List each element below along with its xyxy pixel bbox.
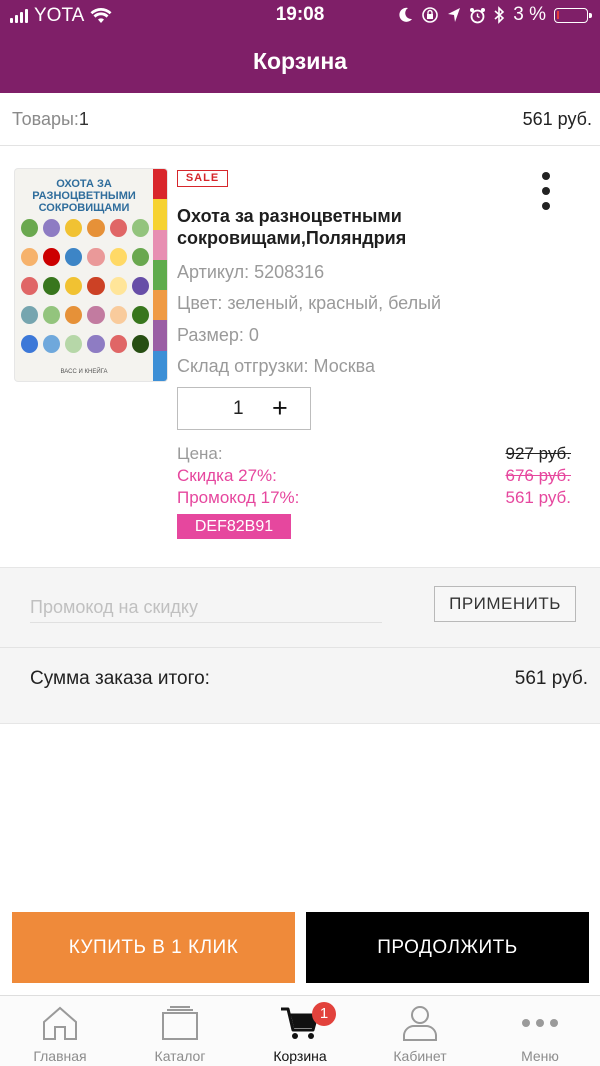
tab-catalog[interactable]: Каталог [120,996,240,1066]
cart-summary: Товары:1 561 руб. [0,93,600,146]
navigation-bar: Корзина [0,30,600,93]
alarm-icon [470,7,486,23]
discount-label: Скидка 27%: [177,466,277,485]
price-original: 927 руб. [505,444,571,463]
apply-promo-button[interactable]: ПРИМЕНИТЬ [434,586,576,622]
continue-button[interactable]: ПРОДОЛЖИТЬ [306,912,589,983]
location-icon [448,8,461,22]
cover-illustration [21,219,149,359]
sale-badge: SALE [177,170,228,187]
cover-publisher: ВАСС И КНЕЙГА [60,369,108,375]
plus-icon[interactable]: + [272,391,288,425]
promo-code-input[interactable] [30,593,382,623]
quantity-stepper[interactable]: 1 + [177,387,311,430]
cart-total: 561 руб. [522,109,592,129]
status-bar: YOTA 19:08 3 % [0,0,600,30]
tab-label: Главная [33,1048,87,1064]
product-warehouse: Склад отгрузки: Москва [177,356,375,376]
items-label: Товары: [12,109,79,129]
more-icon [522,1019,558,1027]
promo-section: ПРИМЕНИТЬ Сумма заказа итого: 561 руб. [0,567,600,724]
status-right: 3 % [399,4,592,26]
battery-level [557,10,559,19]
page-title: Корзина [252,48,348,74]
moon-icon [399,7,413,22]
items-count-label: Товары:1 [12,109,89,130]
product-name[interactable]: Охота за разноцветными сокровищами,Полян… [177,205,477,249]
price-label: Цена: [177,444,223,463]
home-icon [43,1006,77,1040]
bluetooth-icon [494,6,505,24]
tab-label: Корзина [273,1048,327,1064]
tab-label: Каталог [154,1048,206,1064]
cover-title: ОХОТА ЗА РАЗНОЦВЕТНЫМИ СОКРОВИЩАМИ [32,178,136,214]
tab-label: Меню [521,1048,559,1064]
tab-cabinet[interactable]: Кабинет [360,996,480,1066]
items-count: 1 [78,109,89,129]
product-color: Цвет: зеленый, красный, белый [177,293,442,313]
more-options-icon[interactable] [530,168,562,220]
product-size: Размер: 0 [177,325,259,345]
product-article: Артикул: 5208316 [177,262,325,282]
buy-one-click-button[interactable]: КУПИТЬ В 1 КЛИК [12,912,295,983]
user-icon [403,1006,437,1041]
applied-promo-code: DEF82B91 [177,514,291,539]
divider [0,647,600,648]
promo-discount-price: 561 руб. [505,488,571,507]
quantity-value: 1 [233,398,244,419]
tab-bar: Главная Каталог 1 Корзина Кабинет Меню [0,995,600,1066]
tab-home[interactable]: Главная [0,996,120,1066]
rotation-lock-icon [422,7,439,23]
product-cover-image[interactable]: ОХОТА ЗА РАЗНОЦВЕТНЫМИ СОКРОВИЩАМИ ВАСС … [15,169,167,381]
order-total-label: Сумма заказа итого: [30,668,210,689]
catalog-icon [162,1006,198,1040]
cart-count-badge: 1 [312,1002,336,1026]
tab-cart[interactable]: 1 Корзина [240,996,360,1066]
discount-price: 676 руб. [505,466,571,485]
tab-menu[interactable]: Меню [480,996,600,1066]
battery-percent: 3 % [513,4,546,25]
promo-discount-label: Промокод 17%: [177,488,300,507]
order-total-value: 561 руб. [514,668,588,689]
tab-label: Кабинет [393,1048,447,1064]
battery-icon [554,7,592,23]
cover-color-tabs [153,169,167,381]
